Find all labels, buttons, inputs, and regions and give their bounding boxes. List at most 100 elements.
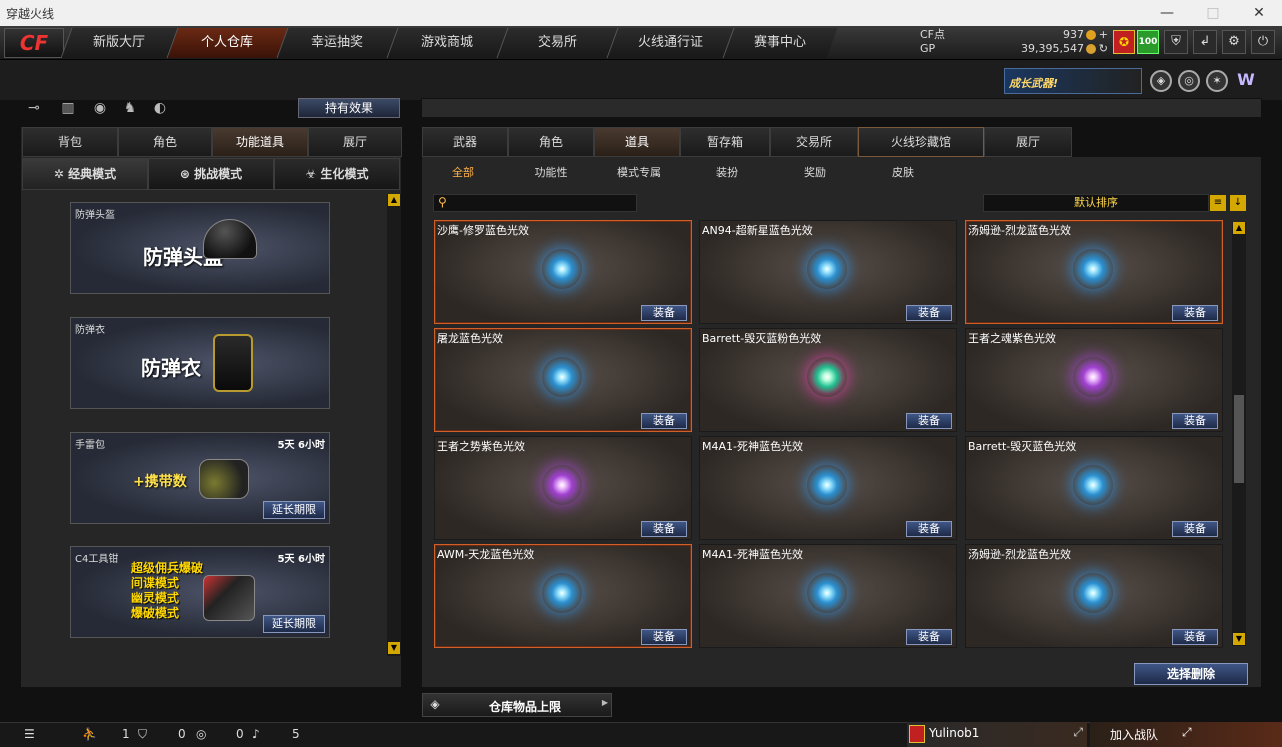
right-tab-character[interactable]: 角色 [508, 127, 594, 157]
mode-tab-classic[interactable]: ✲ 经典模式 [22, 158, 148, 190]
sub-tab-skins[interactable]: 皮肤 [876, 163, 930, 183]
equip-button[interactable]: 装备 [641, 521, 687, 537]
left-item-vest[interactable]: 防弹衣 防弹衣 [70, 317, 330, 409]
plus-icon[interactable]: + [1099, 28, 1108, 41]
maximize-button[interactable]: □ [1190, 0, 1236, 26]
equip-button[interactable]: 装备 [906, 305, 952, 321]
holding-effect-button[interactable]: 持有效果 [298, 98, 400, 118]
equip-button[interactable]: 装备 [1172, 629, 1218, 645]
sort-direction-icon[interactable]: ↓ [1230, 195, 1246, 211]
w-logo-icon[interactable]: W [1234, 70, 1258, 92]
left-tab-showroom[interactable]: 展厅 [308, 127, 402, 157]
item-card[interactable]: M4A1-死神蓝色光效 装备 [699, 436, 957, 540]
equip-button[interactable]: 装备 [906, 521, 952, 537]
nav-tab-warehouse[interactable]: 个人仓库 [166, 28, 288, 58]
ranking-icon[interactable]: ▥ [58, 98, 78, 118]
cf-logo[interactable]: CF [4, 28, 64, 58]
right-tab-storage[interactable]: 暂存箱 [680, 127, 770, 157]
right-tab-exchange[interactable]: 交易所 [770, 127, 858, 157]
sort-dropdown[interactable]: 默认排序 [983, 194, 1209, 212]
item-card[interactable]: 沙鹰-修罗蓝色光效 装备 [434, 220, 692, 324]
return-icon[interactable]: ↲ [1193, 30, 1217, 54]
rotate-icon[interactable]: ◉ [90, 98, 110, 118]
nav-tab-events[interactable]: 赛事中心 [722, 28, 838, 58]
friends-icon[interactable]: ⛹ [82, 727, 97, 741]
nav-tab-shop[interactable]: 游戏商城 [386, 28, 508, 58]
equip-button[interactable]: 装备 [641, 629, 687, 645]
expand-icon[interactable]: ⤢ [1073, 725, 1083, 740]
equip-button[interactable]: 装备 [906, 413, 952, 429]
equip-button[interactable]: 装备 [906, 629, 952, 645]
left-item-helmet[interactable]: 防弹头盔 防弹头盔 [70, 202, 330, 294]
right-tab-collection[interactable]: 火线珍藏馆 [858, 127, 984, 157]
item-card[interactable]: 王者之魂紫色光效 装备 [965, 328, 1223, 432]
sound-icon[interactable]: ♪ [252, 727, 260, 741]
search-input[interactable]: ⚲ [433, 194, 637, 212]
equip-button[interactable]: 装备 [641, 305, 687, 321]
item-card[interactable]: 屠龙蓝色光效 装备 [434, 328, 692, 432]
gear-icon[interactable]: ⚙ [1222, 30, 1246, 54]
star-badge-icon[interactable]: ✶ [1206, 70, 1228, 92]
equip-button[interactable]: 装备 [1172, 413, 1218, 429]
left-tab-backpack[interactable]: 背包 [22, 127, 118, 157]
equip-button[interactable]: 装备 [1172, 521, 1218, 537]
select-delete-button[interactable]: 选择删除 [1134, 663, 1248, 685]
item-card[interactable]: AWM-天龙蓝色光效 装备 [434, 544, 692, 648]
rank-icon[interactable]: ✪ [1113, 30, 1135, 54]
right-scroll-thumb[interactable] [1234, 395, 1244, 483]
nav-tab-battle-pass[interactable]: 火线通行证 [606, 28, 734, 58]
globe-badge-icon[interactable]: ◎ [1178, 70, 1200, 92]
left-item-c4-pliers[interactable]: C4工具钳 5天 6小时 超级佣兵爆破 间谍模式 幽灵模式 爆破模式 延长期限 [70, 546, 330, 638]
achievement-badge-icon[interactable]: ◈ [1150, 70, 1172, 92]
sub-tab-dress[interactable]: 装扮 [700, 163, 754, 183]
join-clan-button[interactable]: 加入战队 ⤢ [1090, 722, 1282, 747]
equip-button[interactable]: 装备 [641, 413, 687, 429]
item-card[interactable]: 王者之势紫色光效 装备 [434, 436, 692, 540]
power-icon[interactable]: ⏻ [1251, 30, 1275, 54]
user-icon[interactable]: ♞ [120, 98, 140, 118]
user-panel[interactable]: Yulinob1 ⤢ [907, 722, 1087, 747]
sub-tab-mode-exclusive[interactable]: 模式专属 [608, 163, 670, 183]
shield-icon[interactable]: ⛨ [1164, 30, 1188, 54]
warehouse-limit-button[interactable]: ◈ 仓库物品上限 ▶ [422, 693, 612, 717]
minimize-button[interactable]: — [1144, 0, 1190, 26]
close-button[interactable]: ✕ [1236, 0, 1282, 26]
item-card[interactable]: 汤姆逊-烈龙蓝色光效 装备 [965, 544, 1223, 648]
left-scrollbar[interactable] [387, 194, 401, 656]
item-card[interactable]: 汤姆逊-烈龙蓝色光效 装备 [965, 220, 1223, 324]
nav-tab-lobby[interactable]: 新版大厅 [60, 28, 178, 58]
menu-list-icon[interactable]: ☰ [24, 727, 35, 741]
item-card[interactable]: AN94-超新星蓝色光效 装备 [699, 220, 957, 324]
left-item-grenade-pack[interactable]: 手雷包 5天 6小时 +携带数 延长期限 [70, 432, 330, 524]
shield-small-icon[interactable]: ⛉ [138, 727, 147, 742]
item-card[interactable]: Barrett-毁灭蓝粉色光效 装备 [699, 328, 957, 432]
left-scroll-down-icon[interactable]: ▼ [388, 642, 400, 654]
extend-c4-button[interactable]: 延长期限 [263, 615, 325, 633]
nav-tab-exchange[interactable]: 交易所 [496, 28, 618, 58]
right-tab-weapons[interactable]: 武器 [422, 127, 508, 157]
left-scroll-up-icon[interactable]: ▲ [388, 194, 400, 206]
item-card[interactable]: M4A1-死神蓝色光效 装备 [699, 544, 957, 648]
right-tab-showroom[interactable]: 展厅 [984, 127, 1072, 157]
item-card[interactable]: Barrett-毁灭蓝色光效 装备 [965, 436, 1223, 540]
equip-button[interactable]: 装备 [1172, 305, 1218, 321]
list-view-icon[interactable]: ≡ [1210, 195, 1226, 211]
mouse-icon[interactable]: ◐ [150, 98, 170, 118]
nav-tab-lottery[interactable]: 幸运抽奖 [276, 28, 398, 58]
refresh-icon[interactable]: ↻ [1099, 42, 1108, 55]
left-tab-function-items[interactable]: 功能道具 [212, 127, 308, 157]
vest-icon [213, 334, 253, 392]
sub-tab-rewards[interactable]: 奖励 [788, 163, 842, 183]
extend-grenade-button[interactable]: 延长期限 [263, 501, 325, 519]
left-tab-character[interactable]: 角色 [118, 127, 212, 157]
key-icon[interactable]: ⊸ [24, 98, 44, 118]
right-scroll-down-icon[interactable]: ▼ [1233, 633, 1245, 645]
right-tab-items[interactable]: 道具 [594, 127, 680, 157]
mode-tab-zombie[interactable]: ☣ 生化模式 [274, 158, 400, 190]
mode-tab-challenge[interactable]: ⊛ 挑战模式 [148, 158, 274, 190]
chat-icon[interactable]: ◎ [196, 727, 206, 741]
sub-tab-all[interactable]: 全部 [436, 163, 490, 183]
growth-weapon-promo[interactable]: 成长武器! [1004, 68, 1142, 94]
right-scroll-up-icon[interactable]: ▲ [1233, 222, 1245, 234]
sub-tab-functional[interactable]: 功能性 [522, 163, 580, 183]
